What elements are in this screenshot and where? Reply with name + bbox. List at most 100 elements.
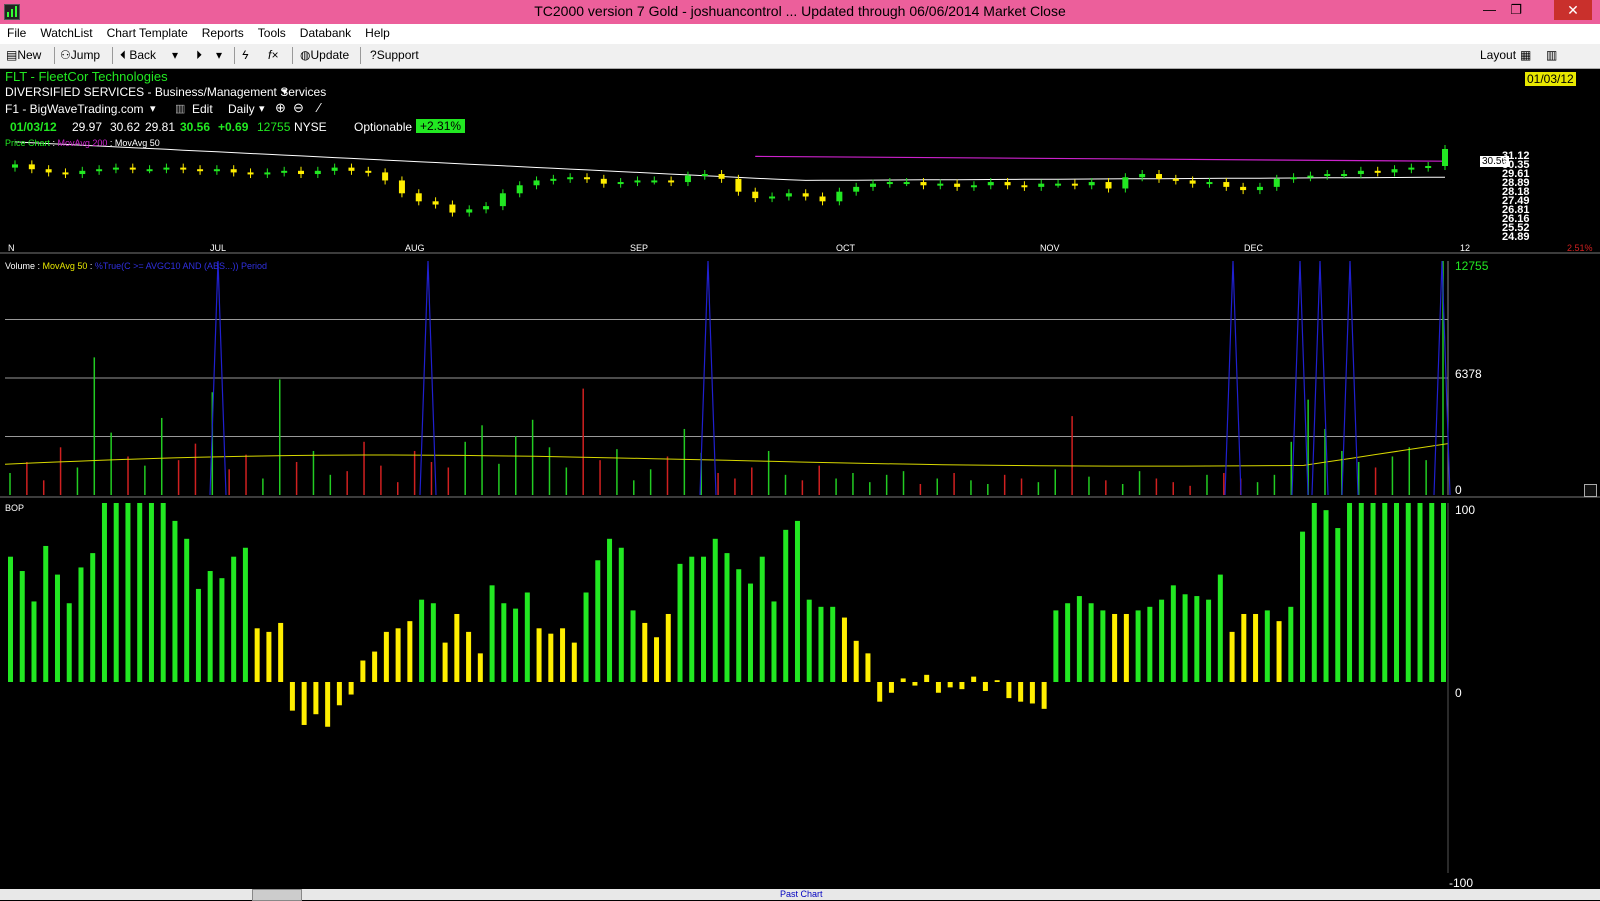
restore-button[interactable]: ❐ xyxy=(1510,2,1522,18)
candle xyxy=(213,165,220,175)
menu-tools[interactable]: Tools xyxy=(251,24,293,40)
bop-bar xyxy=(1311,503,1317,682)
update-button[interactable]: ◍Update xyxy=(300,48,349,62)
candle xyxy=(432,197,439,209)
candle xyxy=(668,176,675,187)
candle xyxy=(1172,174,1179,185)
jump-button[interactable]: ⚇Jump xyxy=(60,48,100,62)
menu-databank[interactable]: Databank xyxy=(293,24,358,40)
past-chart-link[interactable]: Past Chart xyxy=(780,889,823,899)
candle xyxy=(12,160,18,172)
bop-bar xyxy=(1288,606,1294,682)
bop-bar xyxy=(1241,613,1247,682)
close-button[interactable]: ✕ xyxy=(1554,0,1592,20)
bop-bar xyxy=(783,529,789,682)
candle xyxy=(1021,181,1028,191)
bop-bar xyxy=(1135,610,1141,682)
bop-bar xyxy=(372,651,378,682)
forward-icon[interactable]: ⏵ xyxy=(196,48,202,63)
candle xyxy=(331,163,338,175)
candle xyxy=(651,176,658,185)
candle xyxy=(819,192,826,206)
volume-legend: Volume : MovAvg 50 : %True(C >= AVGC10 A… xyxy=(5,261,267,271)
bop-bar xyxy=(360,660,366,682)
candle xyxy=(1139,170,1146,182)
volume-chart-pane[interactable] xyxy=(0,257,1600,499)
bop-scale-min: -100 xyxy=(1449,876,1474,890)
month-label: JUL xyxy=(210,243,227,253)
lightning-icon[interactable]: ϟ xyxy=(242,48,248,62)
bottom-scrollbar[interactable]: Past Chart xyxy=(0,889,1600,901)
menu-bar: File WatchList Chart Template Reports Tools D… xyxy=(0,24,1600,44)
bop-bar xyxy=(19,571,25,682)
back-dropdown-icon[interactable]: ▾ xyxy=(172,48,178,62)
menu-file[interactable]: File xyxy=(0,24,33,40)
bop-bar xyxy=(900,678,906,682)
menu-help[interactable]: Help xyxy=(358,24,397,40)
month-label: DEC xyxy=(1244,243,1264,253)
toolbar-separator xyxy=(292,47,293,64)
bop-bar xyxy=(877,682,883,702)
pane-toggle-box[interactable] xyxy=(1584,484,1597,497)
bop-bar xyxy=(1182,594,1188,682)
candle xyxy=(567,173,574,183)
formula-icon[interactable]: f× xyxy=(268,48,278,62)
bop-bar xyxy=(1018,682,1024,702)
volume-chart xyxy=(0,260,1600,498)
forward-dropdown-icon[interactable]: ▾ xyxy=(216,48,222,62)
candle xyxy=(163,163,170,174)
candle xyxy=(1307,171,1314,182)
bop-bar xyxy=(395,628,401,682)
new-button[interactable]: ▤New xyxy=(6,48,41,62)
bop-bar xyxy=(336,682,342,706)
bop-bar xyxy=(595,560,601,682)
bop-bar xyxy=(1229,631,1235,682)
back-button[interactable]: ⏴ Back xyxy=(120,48,156,63)
bop-bar xyxy=(184,538,190,682)
candle xyxy=(1256,182,1263,195)
bop-bar xyxy=(689,556,695,682)
price-chart-pane[interactable] xyxy=(0,70,1600,254)
bop-bar xyxy=(1006,682,1012,699)
candle xyxy=(634,176,641,187)
candle xyxy=(954,179,961,191)
bop-bar xyxy=(971,676,977,682)
bop-bar xyxy=(1088,603,1094,682)
layout-button[interactable]: Layout xyxy=(1480,48,1516,62)
bop-scale-max: 100 xyxy=(1455,503,1476,517)
candle xyxy=(1206,178,1213,188)
price-pct-label: 2.51% xyxy=(1567,243,1593,253)
bop-bar xyxy=(994,680,1000,682)
bop-bar xyxy=(560,628,566,682)
support-button[interactable]: ?Support xyxy=(370,48,419,62)
jump-label: Jump xyxy=(70,48,101,62)
scroll-thumb[interactable] xyxy=(252,889,302,901)
bop-bar xyxy=(54,574,60,682)
candle xyxy=(1038,179,1045,191)
minimize-button[interactable]: — xyxy=(1483,2,1496,17)
bop-bar xyxy=(1253,613,1259,682)
menu-chart-template[interactable]: Chart Template xyxy=(100,24,195,40)
menu-watchlist[interactable]: WatchList xyxy=(33,24,99,40)
candle xyxy=(1357,166,1364,179)
candle xyxy=(1273,174,1280,191)
layout-grid-icon[interactable]: ▦ xyxy=(1520,48,1531,62)
candle xyxy=(802,189,809,201)
back-label: Back xyxy=(129,48,157,62)
bop-bar xyxy=(160,503,166,682)
bop-bar xyxy=(1147,606,1153,682)
layout-split-icon[interactable]: ▥ xyxy=(1546,48,1557,62)
candle xyxy=(365,166,372,177)
menu-reports[interactable]: Reports xyxy=(195,24,251,40)
bop-bar xyxy=(982,682,988,691)
bop-bar xyxy=(818,606,824,682)
candle xyxy=(937,179,944,190)
candle xyxy=(382,168,389,185)
candle xyxy=(903,178,910,187)
candle xyxy=(180,163,187,174)
toolbar-separator xyxy=(112,47,113,64)
bop-bar xyxy=(642,622,648,682)
candle xyxy=(499,189,506,211)
candle xyxy=(1122,173,1129,193)
bop-chart-pane[interactable] xyxy=(0,503,1600,895)
